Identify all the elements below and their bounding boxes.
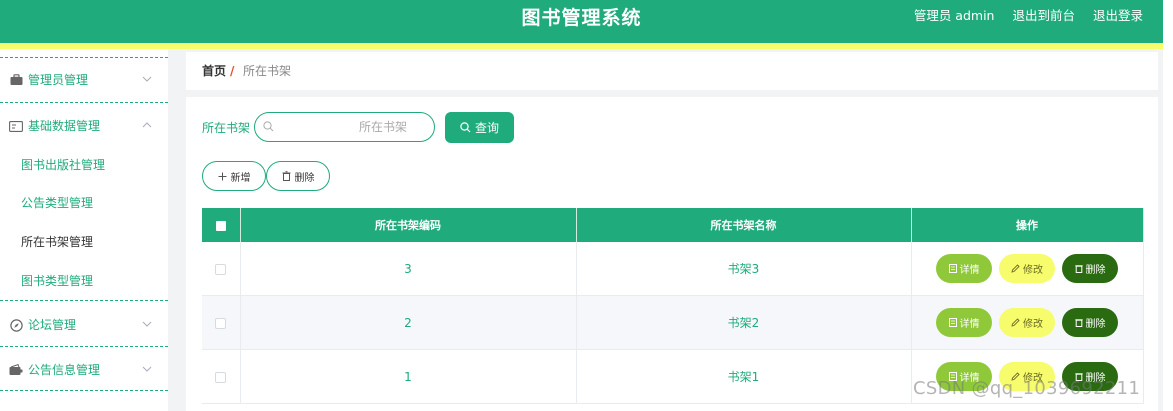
sidebar-item-book-type[interactable]: 图书类型管理 — [21, 262, 93, 300]
pencil-icon — [1011, 318, 1020, 327]
document-icon — [948, 264, 957, 273]
chevron-down-icon — [142, 60, 152, 100]
table-header-row: 所在书架编码 所在书架名称 操作 — [202, 208, 1144, 242]
batch-delete-label: 删除 — [294, 172, 315, 184]
chevron-down-icon — [142, 305, 152, 345]
trash-icon — [1074, 264, 1083, 273]
edit-button[interactable]: 修改 — [999, 308, 1055, 337]
divider — [0, 102, 168, 103]
query-button[interactable]: 查询 — [445, 112, 514, 143]
wallet-icon — [9, 363, 23, 377]
cell-actions: 详情 修改 删除 — [911, 242, 1144, 296]
table-row: 2 书架2 详情 修改 删除 — [202, 295, 1144, 350]
briefcase-icon — [9, 73, 23, 87]
menu-forum[interactable]: 论坛管理 — [0, 305, 168, 345]
search-label: 所在书架 — [202, 121, 251, 135]
divider — [0, 300, 168, 301]
delete-label: 删除 — [1085, 265, 1106, 276]
divider — [0, 346, 168, 347]
bookshelf-table: 所在书架编码 所在书架名称 操作 3 书架3 详情 修改 删除 2 书架2 详情… — [202, 208, 1144, 404]
content-panel: 所在书架 查询 新增 删除 所在书架编码 所在书架名称 操作 — [186, 97, 1158, 411]
menu-notice-info-label: 公告信息管理 — [28, 363, 101, 377]
current-user-label[interactable]: 管理员 admin — [914, 0, 995, 36]
column-header-code: 所在书架编码 — [240, 208, 577, 242]
breadcrumb-current: 所在书架 — [243, 64, 292, 78]
breadcrumb-home[interactable]: 首页 — [202, 52, 226, 90]
row-checkbox-cell — [202, 349, 241, 404]
chevron-down-icon — [142, 350, 152, 390]
delete-button[interactable]: 删除 — [1062, 308, 1118, 337]
compass-icon — [9, 318, 23, 332]
divider — [0, 57, 168, 58]
select-all-cell — [202, 208, 241, 242]
detail-label: 详情 — [959, 265, 980, 276]
trash-icon — [1074, 318, 1083, 327]
trash-icon — [282, 171, 291, 181]
row-checkbox-cell — [202, 242, 241, 296]
document-icon — [948, 318, 957, 327]
delete-button[interactable]: 删除 — [1062, 254, 1118, 283]
header-actions: 管理员 admin 退出到前台 退出登录 — [914, 0, 1143, 36]
pencil-icon — [1011, 264, 1020, 273]
right-edge — [1163, 0, 1173, 411]
breadcrumb: 首页 / 所在书架 — [186, 52, 1158, 90]
detail-label: 详情 — [959, 319, 980, 330]
edit-button[interactable]: 修改 — [999, 254, 1055, 283]
table-row: 3 书架3 详情 修改 删除 — [202, 242, 1144, 296]
menu-admin-label: 管理员管理 — [28, 73, 89, 87]
detail-button[interactable]: 详情 — [936, 308, 992, 337]
plus-icon — [218, 172, 227, 181]
cell-name: 书架1 — [576, 349, 912, 404]
cell-code: 1 — [240, 349, 577, 404]
cell-actions: 详情 修改 删除 — [911, 295, 1144, 350]
divider — [0, 390, 168, 391]
search-icon — [460, 122, 471, 133]
header-accent-bar — [0, 43, 1163, 49]
menu-basic-data-label: 基础数据管理 — [28, 119, 101, 133]
cell-name: 书架3 — [576, 242, 912, 296]
batch-delete-button[interactable]: 删除 — [266, 161, 330, 191]
column-header-actions: 操作 — [911, 208, 1144, 242]
sidebar-item-bookshelf[interactable]: 所在书架管理 — [21, 223, 93, 261]
row-checkbox[interactable] — [215, 263, 227, 275]
add-button-label: 新增 — [230, 172, 251, 184]
edit-label: 修改 — [1023, 265, 1043, 276]
detail-button[interactable]: 详情 — [936, 254, 992, 283]
menu-forum-label: 论坛管理 — [28, 318, 77, 332]
menu-notice-info[interactable]: 公告信息管理 — [0, 350, 168, 390]
sidebar-item-publisher[interactable]: 图书出版社管理 — [21, 146, 105, 184]
select-all-checkbox[interactable] — [215, 220, 226, 231]
to-front-link[interactable]: 退出到前台 — [1012, 0, 1075, 36]
id-card-icon — [9, 119, 23, 133]
delete-label: 删除 — [1085, 319, 1106, 330]
search-input[interactable] — [277, 117, 427, 137]
column-header-name: 所在书架名称 — [576, 208, 912, 242]
row-checkbox[interactable] — [215, 317, 227, 329]
edit-label: 修改 — [1023, 319, 1043, 330]
cell-code: 3 — [240, 242, 577, 296]
search-field[interactable] — [254, 112, 435, 142]
sidebar: 管理员管理 基础数据管理 图书出版社管理 公告类型管理 所在书架管理 图书类型管… — [0, 49, 168, 411]
logout-link[interactable]: 退出登录 — [1093, 0, 1143, 36]
cell-code: 2 — [240, 295, 577, 350]
breadcrumb-separator: / — [230, 64, 235, 78]
row-checkbox[interactable] — [215, 371, 227, 383]
row-checkbox-cell — [202, 295, 241, 350]
watermark: CSDN @qq_1039692211 — [913, 378, 1141, 399]
add-button[interactable]: 新增 — [202, 161, 266, 191]
sidebar-item-notice-type[interactable]: 公告类型管理 — [21, 184, 93, 222]
menu-basic-data[interactable]: 基础数据管理 — [0, 106, 168, 146]
chevron-up-icon — [142, 106, 152, 146]
cell-name: 书架2 — [576, 295, 912, 350]
top-header: 图书管理系统 管理员 admin 退出到前台 退出登录 — [0, 0, 1163, 43]
search-icon — [263, 121, 274, 132]
menu-admin[interactable]: 管理员管理 — [0, 60, 168, 100]
query-button-label: 查询 — [474, 121, 499, 135]
